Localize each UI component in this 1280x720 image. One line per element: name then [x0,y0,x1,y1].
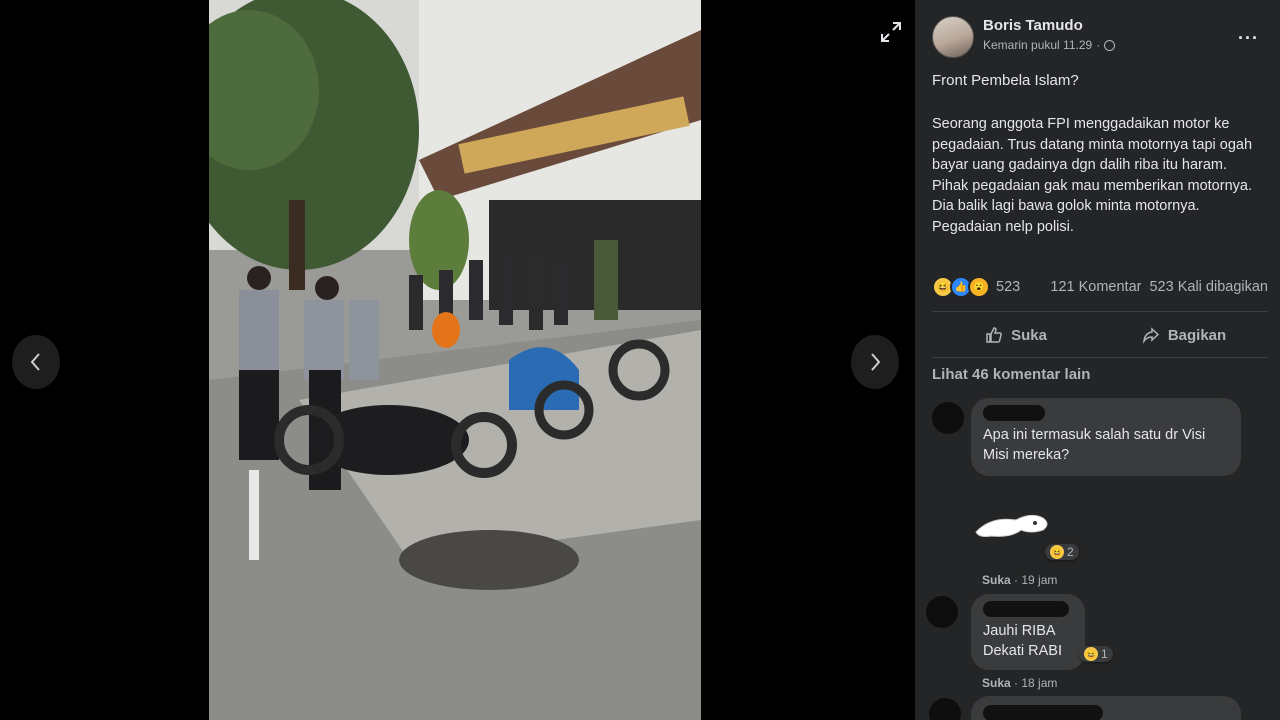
comment-like-link[interactable]: Suka [982,676,1011,690]
divider [932,357,1268,358]
comment-time[interactable]: 19 jam [1021,573,1057,587]
post-stats: 😆 👍 😮 523 121 Komentar 523 Kali dibagika… [932,276,1268,298]
comment-text-line: Jauhi RIBA [983,623,1056,639]
photo-viewer [0,0,915,720]
comment-bubble: Jauhi RIBA Dekati RABI [971,594,1085,670]
post-side-panel: Boris Tamudo Kemarin pukul 11.29 · ··· F… [915,0,1280,720]
chevron-left-icon [30,353,40,371]
comment-bubble: Apa ini termasuk salah satu dr Visi Misi… [971,398,1241,476]
redacted-commenter-name [983,705,1103,720]
comment-reaction-pill[interactable]: 😆 2 [1045,544,1079,560]
reaction-icons[interactable]: 😆 👍 😮 [932,276,990,298]
post-header: Boris Tamudo Kemarin pukul 11.29 · [932,16,1116,58]
comment-reaction-pill[interactable]: 😆 1 [1079,646,1113,662]
thumbs-up-icon [986,327,1002,343]
redacted-commenter-name [983,601,1069,617]
share-icon [1142,327,1159,344]
commenter-avatar[interactable] [929,698,961,720]
globe-icon [1104,39,1116,51]
author-avatar[interactable] [932,16,974,58]
comment-bubble [971,696,1241,720]
like-label: Suka [1011,326,1047,344]
wow-reaction-icon: 😮 [968,276,990,298]
previous-photo-button[interactable] [12,335,60,389]
expand-icon[interactable] [879,20,903,44]
post-photo [209,0,701,720]
commenter-avatar[interactable] [926,596,958,628]
post-body: Seorang anggota FPI menggadaikan motor k… [932,116,1253,235]
redacted-commenter-name [983,405,1045,421]
view-more-comments-link[interactable]: Lihat 46 komentar lain [932,366,1090,383]
share-label: Bagikan [1167,326,1227,344]
post-actions: Suka Bagikan [932,316,1268,354]
like-button[interactable]: Suka [932,316,1100,354]
comment-actions: Suka · 19 jam [982,573,1058,587]
haha-reaction-icon: 😆 [1084,647,1098,661]
comment-like-link[interactable]: Suka [982,573,1011,587]
commenter-avatar[interactable] [932,402,964,434]
post-meta: Kemarin pukul 11.29 · [983,38,1116,52]
divider [932,311,1268,312]
comment-text: Apa ini termasuk salah satu dr Visi Misi… [983,427,1206,463]
comment-reaction-count: 2 [1067,545,1074,559]
more-options-icon[interactable]: ··· [1238,28,1259,49]
post-title: Front Pembela Islam? [932,72,1079,89]
next-photo-button[interactable] [851,335,899,389]
comment-actions: Suka · 18 jam [982,676,1058,690]
chevron-right-icon [871,353,881,371]
reaction-count[interactable]: 523 [996,279,1020,295]
street-scene-image [209,0,701,720]
comment-time[interactable]: 18 jam [1021,676,1057,690]
post-timestamp[interactable]: Kemarin pukul 11.29 [983,38,1092,52]
share-button[interactable]: Bagikan [1100,316,1268,354]
comment-reaction-count: 1 [1101,647,1108,661]
share-count[interactable]: 523 Kali dibagikan [1149,279,1268,295]
author-name[interactable]: Boris Tamudo [983,17,1115,34]
comment-text-line: Dekati RABI [983,643,1062,659]
cat-sticker-image [975,514,1048,537]
haha-reaction-icon: 😆 [1050,545,1064,559]
comment-count[interactable]: 121 Komentar [1050,279,1141,295]
